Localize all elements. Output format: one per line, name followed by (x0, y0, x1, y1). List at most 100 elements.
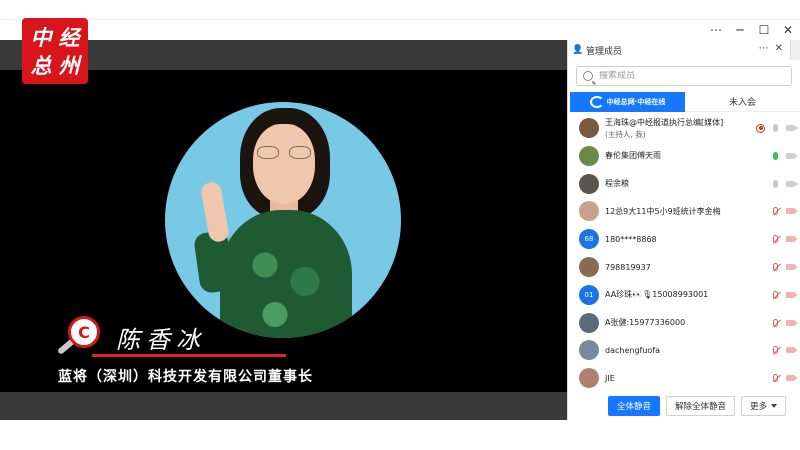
member-name: AA珍珠👀🎙15008993001 (605, 289, 708, 300)
panel-close-icon[interactable]: ✕ (775, 43, 783, 54)
mic-icon[interactable] (771, 123, 780, 133)
maximize-icon[interactable]: ☐ (752, 20, 776, 40)
chevron-down-icon (771, 404, 778, 408)
panel-header: 👤 管理成员 ⋯ ✕ (568, 40, 800, 60)
panel-more-icon[interactable]: ⋯ (759, 43, 769, 54)
mic-muted-icon[interactable] (771, 290, 780, 300)
member-row[interactable]: JIE (568, 364, 800, 392)
bottom-area (0, 420, 800, 450)
member-row[interactable]: A张健:15977336000 (568, 309, 800, 337)
avatar (579, 368, 599, 389)
member-controls (756, 123, 798, 133)
member-controls (771, 179, 798, 189)
member-name-text: 程余粮 (605, 179, 629, 189)
camera-off-icon[interactable] (786, 318, 798, 328)
camera-off-icon[interactable] (786, 234, 798, 244)
mic-muted-icon[interactable] (771, 262, 780, 272)
logo-char: 经 (58, 24, 80, 50)
mic-icon[interactable] (771, 179, 780, 189)
speaker-portrait (165, 102, 401, 338)
member-name-text: 180****8868 (605, 234, 657, 244)
member-controls (771, 206, 798, 216)
brand-mark-icon (589, 96, 604, 108)
portrait-face (253, 124, 315, 204)
member-controls (771, 151, 798, 161)
window-controls: ⋯ ─ ☐ ✕ (570, 20, 800, 40)
member-row[interactable]: 68 180****8868 (568, 225, 800, 253)
mute-all-button[interactable]: 全体静音 (608, 396, 661, 416)
member-name-text: AA珍珠👀🎙15008993001 (605, 290, 709, 300)
speaker-title: 蓝将（深圳）科技开发有限公司董事长 (58, 369, 313, 385)
mic-muted-icon[interactable] (771, 318, 780, 328)
camera-off-icon[interactable] (786, 373, 798, 383)
unmute-all-button[interactable]: 解除全体静音 (666, 396, 736, 416)
camera-icon[interactable] (786, 151, 798, 161)
avatar: 01 (579, 284, 599, 305)
avatar (579, 201, 599, 222)
avatar (579, 173, 599, 194)
search-icon (583, 71, 593, 81)
speaker-nameplate: C 陈香冰 蓝将（深圳）科技开发有限公司董事长 (52, 310, 312, 385)
avatar (579, 340, 599, 361)
member-name: 180****8868 (605, 235, 657, 244)
camera-off-icon[interactable] (786, 290, 798, 300)
tab-in-meeting[interactable]: 中经总网·中经在线 (570, 92, 685, 112)
member-name-text: dachengfuofa (605, 345, 661, 355)
logo-char: 中 (30, 24, 52, 50)
member-name: 王海珠@中经报道执行总编[媒体] (主持人, 我) (605, 117, 723, 140)
member-search[interactable] (576, 66, 792, 86)
menu-icon[interactable]: ⋯ (704, 20, 728, 40)
member-name-text: JIE (605, 373, 615, 383)
avatar (579, 312, 599, 333)
portrait-glasses (257, 146, 311, 160)
speaker-name: 陈香冰 (116, 326, 206, 354)
member-row[interactable]: 798819937 (568, 253, 800, 281)
member-name-text: 王海珠@中经报道执行总编[媒体] (605, 117, 724, 127)
member-panel: 👤 管理成员 ⋯ ✕ 中经总网·中经在线 未入会 王海珠@中经报道执行总编[媒体… (567, 40, 800, 420)
member-controls (771, 290, 798, 300)
mic-muted-icon[interactable] (771, 234, 780, 244)
member-row[interactable]: 王海珠@中经报道执行总编[媒体] (主持人, 我) (568, 114, 800, 142)
panel-scrollbar[interactable] (790, 40, 800, 60)
member-name-text: 12总9大11中5小9班统计李金梅 (605, 206, 721, 216)
member-controls (771, 234, 798, 244)
mic-muted-icon[interactable] (771, 345, 780, 355)
member-row[interactable]: dachengfuofa (568, 336, 800, 364)
member-name: JIE (605, 374, 615, 383)
camera-icon[interactable] (786, 123, 798, 133)
tab-not-joined[interactable]: 未入会 (685, 92, 800, 112)
close-icon[interactable]: ✕ (776, 20, 800, 40)
logo-char: 州 (58, 52, 80, 78)
camera-icon[interactable] (786, 179, 798, 189)
minimize-icon[interactable]: ─ (728, 20, 752, 40)
avatar (579, 257, 599, 277)
member-row[interactable]: 程余粮 (568, 170, 800, 198)
tab-label: 未入会 (728, 98, 756, 108)
member-list: 王海珠@中经报道执行总编[媒体] (主持人, 我) 春伦集团傅天雨 程余粮 12总9大1… (568, 114, 800, 392)
search-input[interactable] (599, 71, 779, 81)
member-row[interactable]: 春伦集团傅天雨 (568, 142, 800, 170)
user-icon: 👤 (572, 45, 584, 55)
badge-letter: C (68, 316, 100, 348)
more-button[interactable]: 更多 (741, 396, 787, 416)
member-name: A张健:15977336000 (605, 317, 685, 328)
name-underline (92, 354, 286, 357)
mic-muted-icon[interactable] (771, 373, 780, 383)
mic-icon[interactable] (771, 151, 780, 161)
camera-off-icon[interactable] (786, 345, 798, 355)
record-icon[interactable] (756, 123, 765, 133)
mic-muted-icon[interactable] (771, 206, 780, 216)
avatar (579, 118, 599, 138)
logo-char: 总 (30, 52, 52, 78)
title-bar (0, 0, 800, 20)
speaker-video[interactable]: C 陈香冰 蓝将（深圳）科技开发有限公司董事长 (0, 70, 567, 392)
member-name-text: A张健:15977336000 (605, 318, 686, 328)
member-name: dachengfuofa (605, 346, 660, 355)
meeting-app: ⋯ ─ ☐ ✕ 中 经 总 州 C 陈香冰 蓝将（深圳）科技开发有限公司董事长 … (0, 0, 800, 450)
camera-off-icon[interactable] (786, 206, 798, 216)
brand-logo: 中 经 总 州 (22, 18, 88, 84)
member-name: 春伦集团傅天雨 (605, 150, 661, 161)
member-row[interactable]: 12总9大11中5小9班统计李金梅 (568, 197, 800, 225)
member-row[interactable]: 01 AA珍珠👀🎙15008993001 (568, 281, 800, 309)
camera-off-icon[interactable] (786, 262, 798, 272)
